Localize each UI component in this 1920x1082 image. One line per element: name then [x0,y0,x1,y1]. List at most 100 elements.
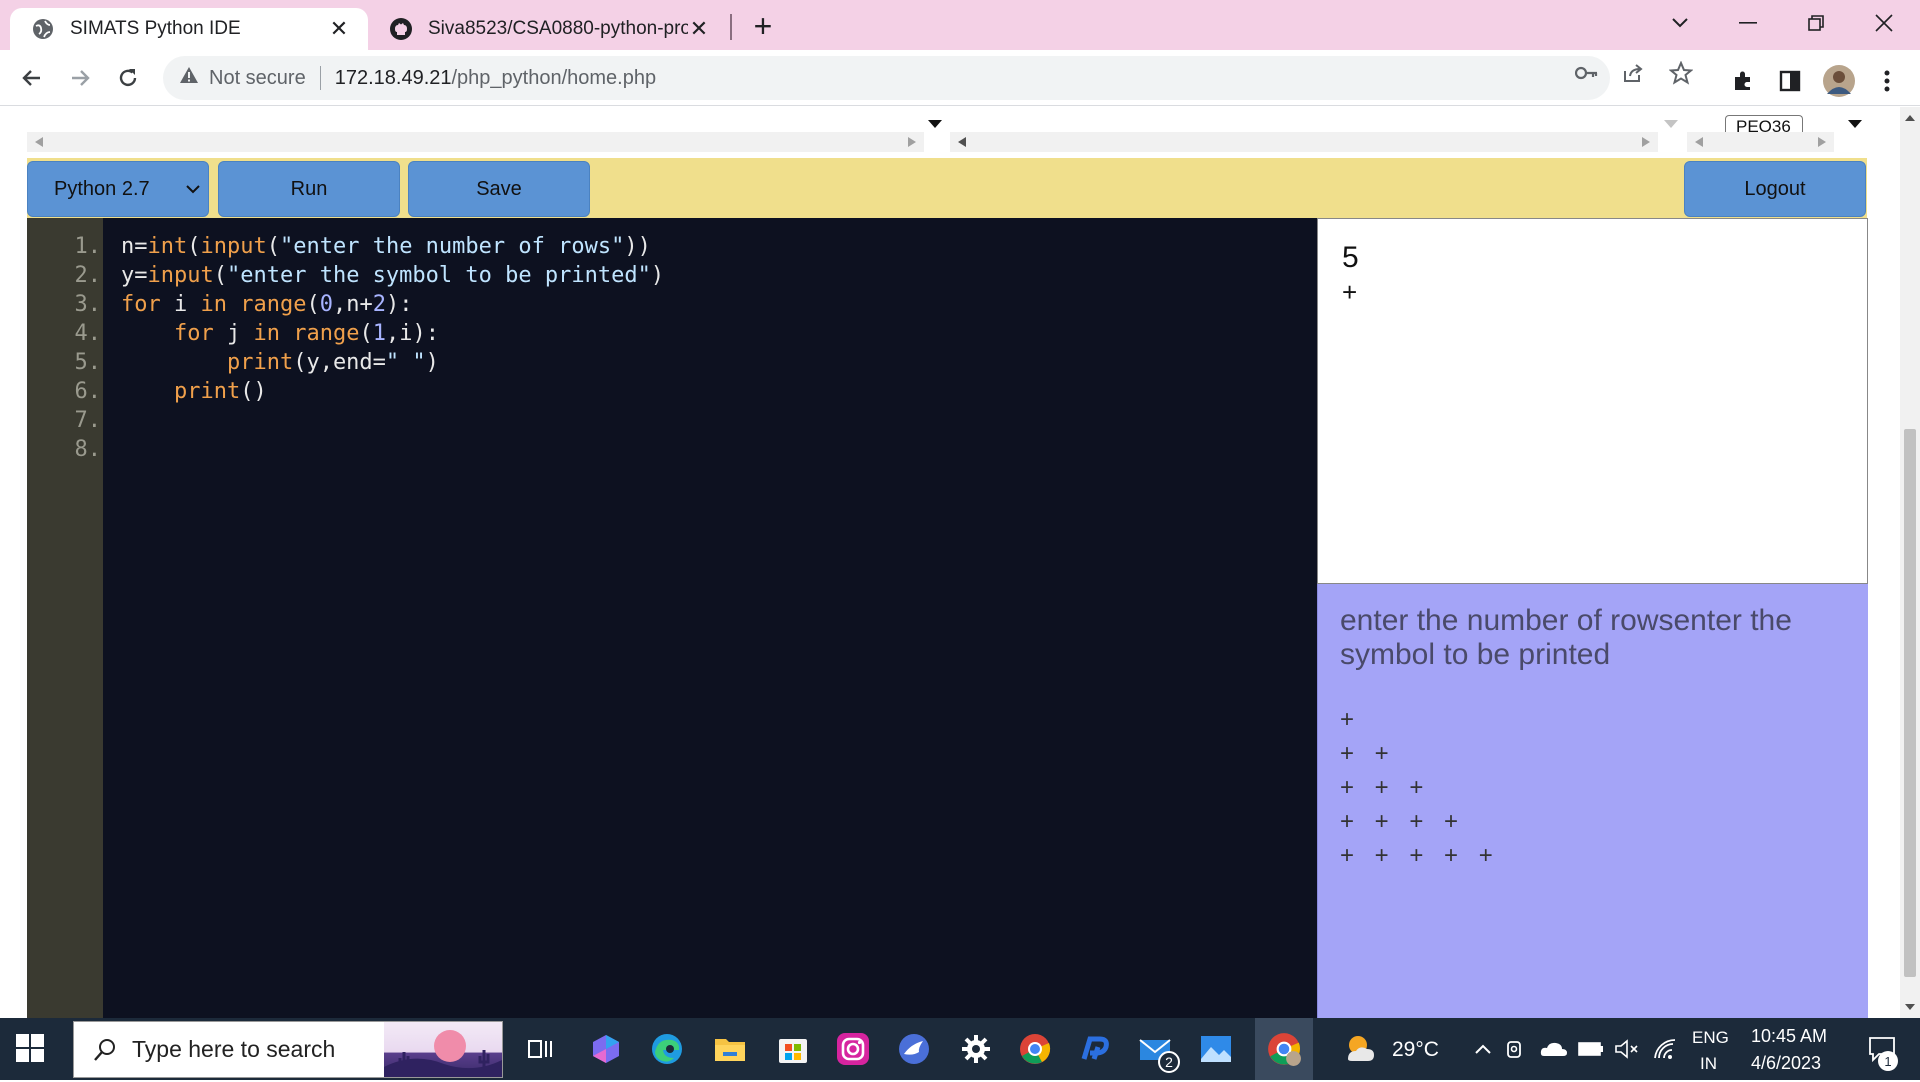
code-editor[interactable]: 1. 2. 3. 4. 5. 6. 7. 8. n=int(input("ent… [27,218,1317,1018]
close-tab-icon[interactable]: ✕ [328,16,350,41]
weather-icon[interactable] [1342,1031,1378,1067]
top-select-arrow-icon[interactable] [1848,115,1862,133]
bird-app-icon[interactable] [896,1031,932,1067]
tab-title: SIMATS Python IDE [70,18,241,39]
stdin-line: + [1342,277,1358,307]
copilot-icon[interactable] [588,1031,624,1067]
globe-icon [30,16,56,42]
taskbar-search-box[interactable]: Type here to search [73,1021,503,1078]
github-icon [388,16,414,42]
top-select-arrow-icon[interactable] [1664,115,1678,133]
chrome-menu-icon[interactable] [1872,66,1902,96]
line-number: 3. [74,292,102,317]
stdin-input-panel[interactable]: 5 + [1317,218,1868,584]
scrollbar-thumb[interactable] [1904,429,1916,977]
restore-icon[interactable] [1796,8,1836,38]
notification-icon[interactable]: 1 [1862,1031,1902,1071]
output-line: + [1340,706,1362,733]
line-number: 4. [74,321,102,346]
horizontal-scrollbar[interactable] [950,132,1658,152]
profile-avatar[interactable] [1822,64,1856,98]
weather-temperature: 29°C [1392,1038,1439,1061]
close-tab-icon[interactable]: ✕ [688,16,710,41]
code-line-1[interactable]: n=int(input("enter the number of rows")) [121,234,651,259]
save-button[interactable]: Save [408,161,590,217]
page-vertical-scrollbar[interactable] [1900,107,1920,1018]
mail-icon[interactable]: 2 [1138,1031,1180,1073]
search-highlight-image [384,1022,502,1077]
chrome-profile-icon[interactable] [1258,1030,1310,1068]
address-bar[interactable]: Not secure 172.18.49.21/php_python/home.… [163,56,1610,100]
security-label: Not secure [209,66,306,89]
extensions-puzzle-icon[interactable] [1728,66,1758,96]
search-icon [94,1038,115,1061]
clock-date[interactable]: 4/6/2023 [1751,1053,1821,1074]
language-select[interactable]: Python 2.7 [27,161,209,217]
chevron-up-icon[interactable] [1470,1031,1496,1067]
reload-icon[interactable] [110,60,146,96]
run-button[interactable]: Run [218,161,400,217]
line-number: 5. [74,350,102,375]
battery-icon[interactable] [1576,1031,1606,1067]
file-explorer-icon[interactable] [712,1031,748,1067]
line-number: 8. [74,437,102,462]
speaker-muted-icon[interactable] [1612,1031,1642,1067]
notification-badge: 1 [1878,1051,1898,1071]
edge-browser-icon[interactable] [649,1031,685,1067]
line-number: 7. [74,408,102,433]
settings-gear-icon[interactable] [958,1031,994,1067]
output-panel: enter the number of rowsenter the symbol… [1317,584,1868,1018]
line-number: 2. [74,263,102,288]
line-number: 1. [74,234,102,259]
back-arrow-icon[interactable] [14,60,50,96]
output-line: + + + + + [1340,842,1500,869]
photos-icon[interactable] [1198,1031,1234,1067]
code-line-5[interactable]: print(y,end=" ") [121,350,439,375]
horizontal-scrollbar[interactable] [27,132,924,152]
tab-github-repo[interactable]: Siva8523/CSA0880-python-prog ✕ [378,8,724,50]
bookmark-star-icon[interactable] [1668,60,1694,86]
ide-toolbar: Python 2.7 Run Save Logout [27,158,1867,218]
output-line: + + + + [1340,808,1466,835]
windows-start-icon[interactable] [14,1032,48,1066]
output-line: + + + [1340,774,1431,801]
task-view-icon[interactable] [522,1031,558,1067]
tab-simats-python-ide[interactable]: SIMATS Python IDE ✕ [10,8,368,50]
remote-app-icon[interactable] [1078,1031,1114,1067]
language-indicator-top[interactable]: ENG [1692,1028,1729,1048]
share-icon[interactable] [1620,60,1646,86]
chrome-icon[interactable] [1017,1031,1053,1067]
language-select-value: Python 2.7 [54,177,150,200]
code-line-3[interactable]: for i in range(0,n+2): [121,292,412,317]
close-window-icon[interactable] [1864,8,1904,38]
search-placeholder: Type here to search [132,1036,336,1062]
meet-now-icon[interactable] [1502,1031,1528,1067]
code-line-4[interactable]: for j in range(1,i): [121,321,439,346]
new-tab-button[interactable]: + [746,10,780,44]
chevron-down-icon [186,185,200,194]
logout-button[interactable]: Logout [1684,161,1866,217]
windows-taskbar: Type here to search 2 29°C ENG IN 10:45 … [0,1018,1920,1080]
forward-arrow-icon[interactable] [62,60,98,96]
side-panel-icon[interactable] [1775,66,1805,96]
minimize-icon[interactable] [1728,8,1768,38]
wifi-icon[interactable] [1650,1031,1680,1067]
microsoft-store-icon[interactable] [775,1031,811,1067]
clock-time[interactable]: 10:45 AM [1751,1026,1827,1047]
onedrive-cloud-icon[interactable] [1540,1031,1568,1067]
top-select-arrow-icon[interactable] [928,115,942,133]
url-path: /php_python/home.php [451,66,657,89]
tab-search-icon[interactable] [1660,8,1700,38]
browser-toolbar: Not secure 172.18.49.21/php_python/home.… [0,50,1920,106]
warning-icon[interactable] [179,66,199,90]
code-line-2[interactable]: y=input("enter the symbol to be printed"… [121,263,664,288]
password-key-icon[interactable] [1574,60,1600,86]
language-indicator-bottom[interactable]: IN [1700,1054,1717,1074]
output-prompt-text: enter the number of rowsenter the symbol… [1340,604,1792,671]
mail-badge: 2 [1158,1051,1180,1073]
instagram-icon[interactable] [835,1031,871,1067]
output-line: + + [1340,740,1396,767]
code-line-6[interactable]: print() [121,379,267,404]
horizontal-scrollbar[interactable] [1687,132,1834,152]
line-number: 6. [74,379,102,404]
